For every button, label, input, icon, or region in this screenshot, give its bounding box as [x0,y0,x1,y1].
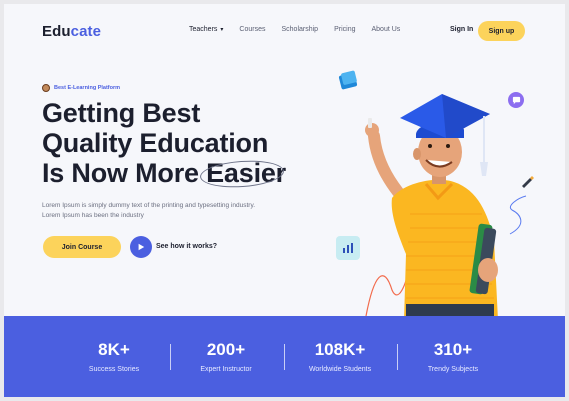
nav-item-label: Courses [239,26,266,33]
platform-badge: Best E-Learning Platform [42,84,120,92]
stat-trendy-subjects: 310+ Trendy Subjects [398,340,508,373]
stat-label: Success Stories [88,366,140,373]
chat-icon [508,92,524,108]
nav-item-teachers[interactable]: Teachers ▾ [189,26,223,33]
nav-item-label: Pricing [334,26,356,33]
chart-icon [336,236,360,260]
headline-line-3: Is Now More [42,158,207,188]
chevron-down-icon: ▾ [220,27,224,33]
badge-text: Best E-Learning Platform [54,85,121,91]
hero-illustration [314,64,554,320]
badge-avatar-icon [42,84,50,92]
nav-item-scholarship[interactable]: Scholarship [282,26,319,33]
nav-item-label: About Us [371,26,401,33]
nav-item-pricing[interactable]: Pricing [334,26,355,33]
brand-logo-prefix: Edu [42,23,71,40]
pencil-icon [522,176,534,188]
stat-label: Expert Instructor [200,366,252,373]
nav-item-about-us[interactable]: About Us [371,26,400,33]
stat-value: 8K+ [98,340,130,359]
join-course-button[interactable]: Join Course [43,236,121,258]
nav-item-label: Teachers [189,26,218,33]
top-navbar: Educate Teachers ▾ Courses Scholarship P… [4,4,565,60]
stat-value: 200+ [206,340,246,359]
brand-logo[interactable]: Educate [42,23,101,40]
stat-success-stories: 8K+ Success Stories [59,340,169,373]
hero-headline: Getting Best Quality Education Is Now Mo… [42,98,322,190]
play-icon [138,243,145,251]
sign-in-link[interactable]: Sign In [450,26,473,33]
headline-line-1: Getting Best [42,98,201,128]
brand-logo-suffix: cate [70,23,102,40]
nav-item-courses[interactable]: Courses [239,26,265,33]
see-how-it-works-link[interactable]: See how it works? [156,243,217,250]
stat-worldwide-students: 108K+ Worldwide Students [285,340,395,373]
stat-label: Trendy Subjects [427,366,479,373]
stat-expert-instructor: 200+ Expert Instructor [171,340,281,373]
headline-highlight: Easier [199,158,286,190]
sign-up-button[interactable]: Sign up [478,21,525,41]
nav-item-label: Scholarship [281,26,319,33]
stats-band: 8K+ Success Stories 200+ Expert Instruct… [4,316,565,397]
stat-value: 108K+ [314,340,366,359]
hero-description: Lorem Ipsum is simply dummy text of the … [42,202,256,219]
main-nav: Teachers ▾ Courses Scholarship Pricing A… [189,26,416,33]
stat-label: Worldwide Students [308,366,372,373]
landing-page: Educate Teachers ▾ Courses Scholarship P… [4,4,565,397]
play-video-button[interactable] [130,236,152,258]
stat-value: 310+ [433,340,473,359]
headline-line-2: Quality Education [42,128,269,158]
